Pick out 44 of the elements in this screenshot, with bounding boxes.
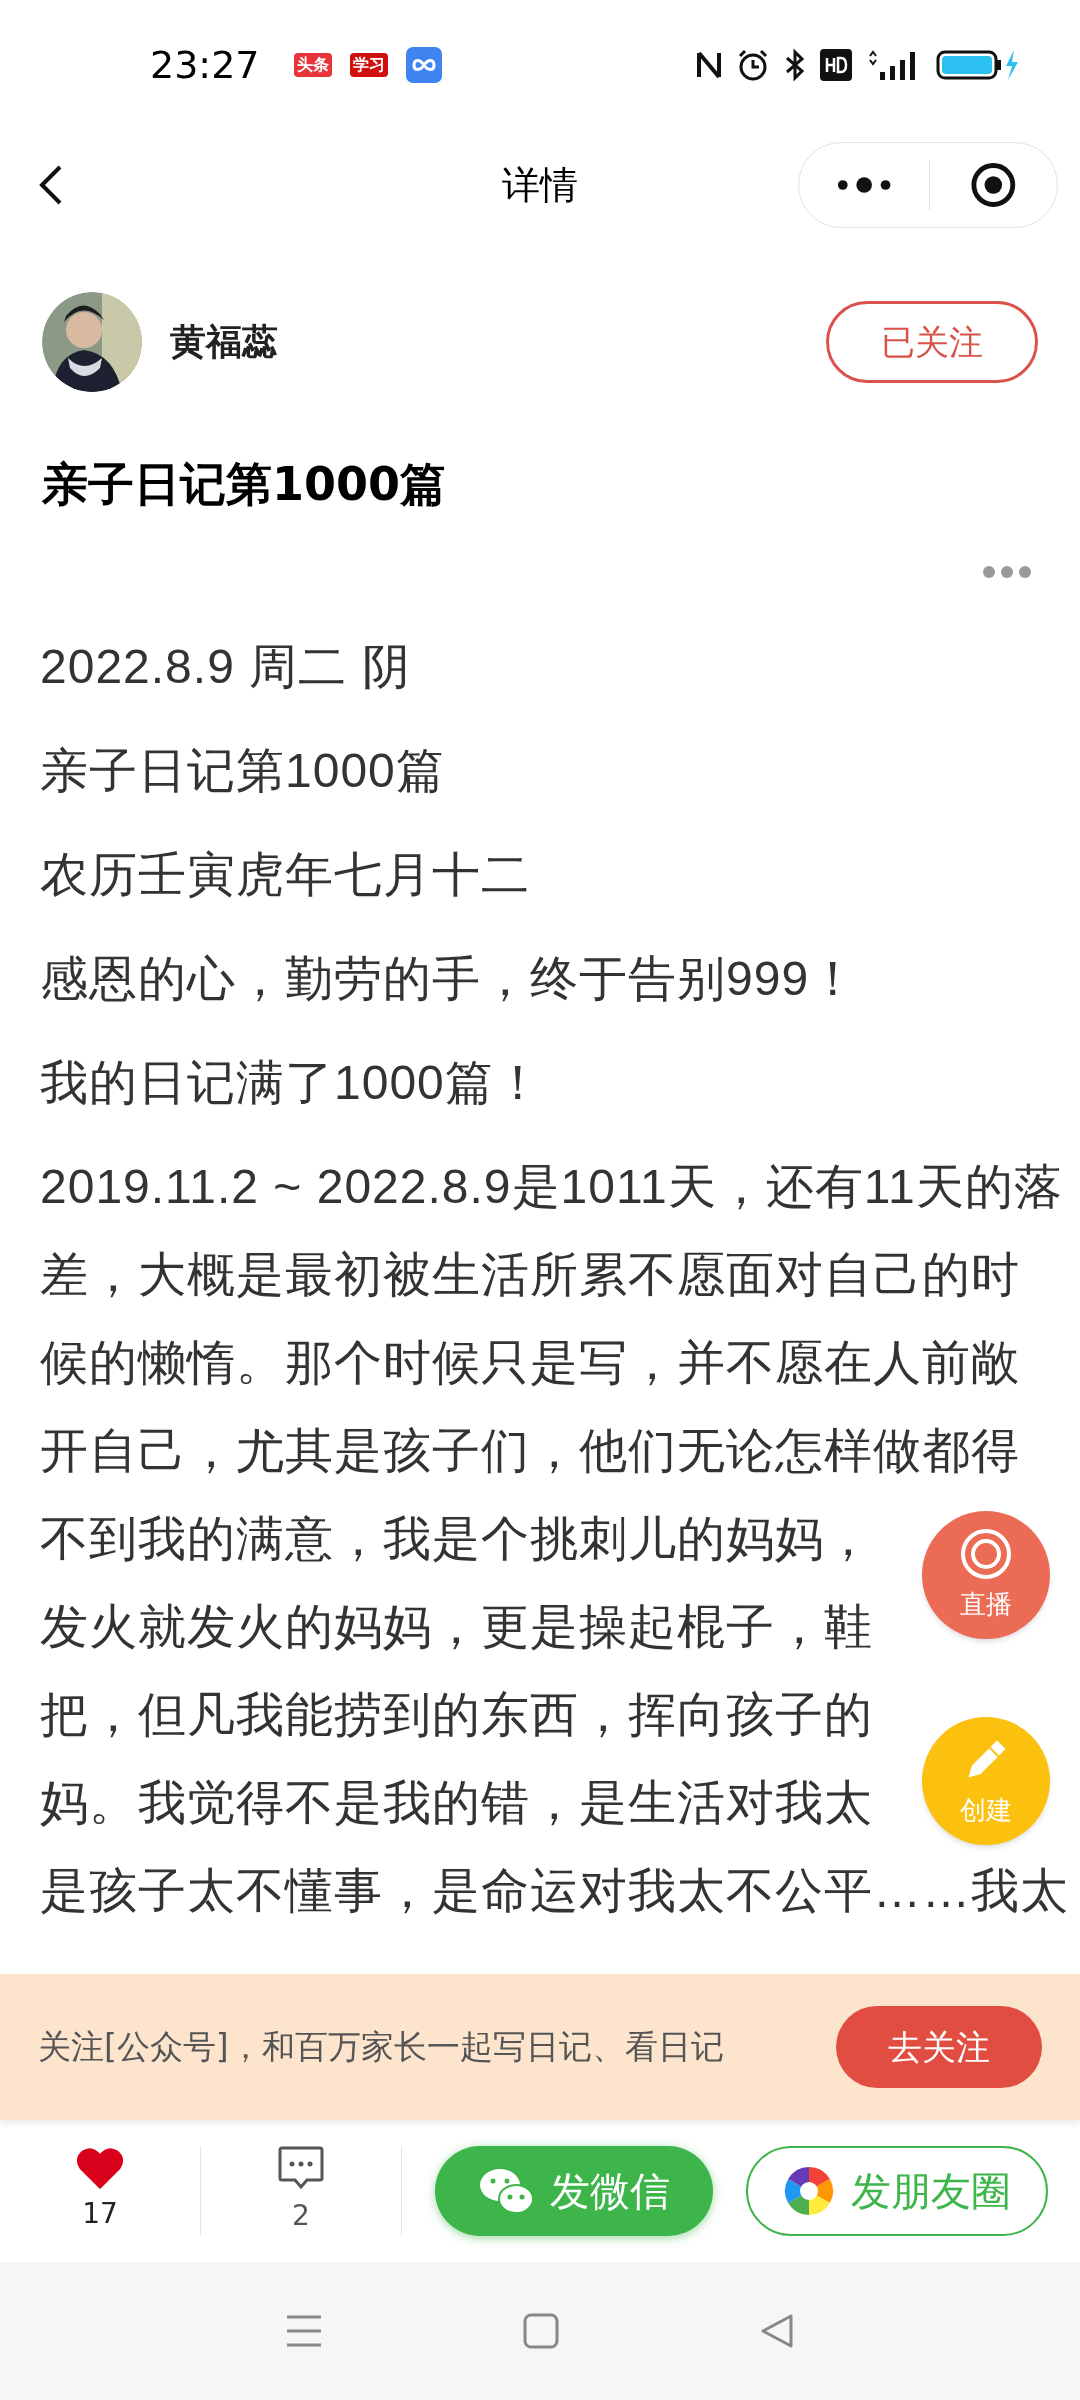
follow-account-button[interactable]: 去关注 [836, 2006, 1042, 2088]
share-moments-button[interactable]: 发朋友圈 [745, 2146, 1048, 2236]
infinity-app-icon [405, 47, 442, 83]
author-name: 黄福蕊 [170, 320, 278, 364]
chat-bubbles-icon [477, 2167, 534, 2215]
live-button[interactable]: 直播 [922, 1511, 1050, 1639]
aperture-icon [782, 2165, 835, 2217]
create-button[interactable]: 创建 [922, 1717, 1050, 1845]
alarm-icon [736, 48, 770, 82]
text-line: 把，但凡我能捞到的东西，挥向孩子的 [40, 1687, 873, 1743]
page-title: 详情 [502, 161, 578, 209]
text-line: 亲子日记第1000篇 [40, 743, 445, 799]
text-line: 是孩子太不懂事，是命运对我太不公平……我太 [40, 1863, 1069, 1919]
status-time: 23:27 [150, 41, 260, 89]
text-line: 妈。我觉得不是我的错，是生活对我太 [40, 1775, 873, 1831]
comment-count: 2 [292, 2198, 310, 2234]
share-wechat-button[interactable]: 发微信 [434, 2146, 713, 2236]
app-badge: 学习 [349, 53, 388, 77]
text-line: 2022.8.9 周二 阴 [40, 639, 411, 695]
menu-icon[interactable] [285, 2314, 323, 2348]
text-line: 不到我的满意，我是个挑刺儿的妈妈， [40, 1511, 873, 1567]
text-line: 2019.11.2 ~ 2022.8.9是1011天，还有11天的落 [40, 1159, 1063, 1215]
target-icon [959, 1526, 1013, 1581]
text-line: 感恩的心，勤劳的手，终于告别999！ [40, 951, 859, 1007]
bluetooth-icon [784, 48, 806, 82]
text-line: 我的日记满了1000篇！ [40, 1055, 543, 1111]
nfc-icon [696, 49, 722, 81]
text-line: 开自己，尤其是孩子们，他们无论怎样做都得 [40, 1423, 1020, 1479]
like-count: 17 [82, 2196, 118, 2232]
hd-icon [820, 49, 852, 81]
article-title: 亲子日记第1000篇 [41, 456, 448, 513]
text-line: 差，大概是最初被生活所累不愿面对自己的时 [40, 1247, 1020, 1303]
home-icon[interactable] [523, 2313, 559, 2349]
app-badge: 头条 [293, 53, 332, 77]
close-target-icon[interactable] [970, 161, 1017, 209]
banner-text: 关注[公众号]，和百万家长一起写日记、看日记 [38, 2026, 724, 2069]
battery-charging-icon [936, 48, 1020, 82]
comment-icon[interactable] [277, 2145, 325, 2191]
follow-button[interactable]: 已关注 [826, 301, 1038, 383]
back-nav-icon[interactable] [759, 2313, 795, 2349]
text-line: 农历壬寅虎年七月十二 [40, 847, 530, 903]
heart-icon[interactable] [77, 2147, 123, 2189]
text-line: 发火就发火的妈妈，更是操起棍子，鞋 [40, 1599, 873, 1655]
text-line: 候的懒惰。那个时候只是写，并不愿在人前敞 [40, 1335, 1020, 1391]
